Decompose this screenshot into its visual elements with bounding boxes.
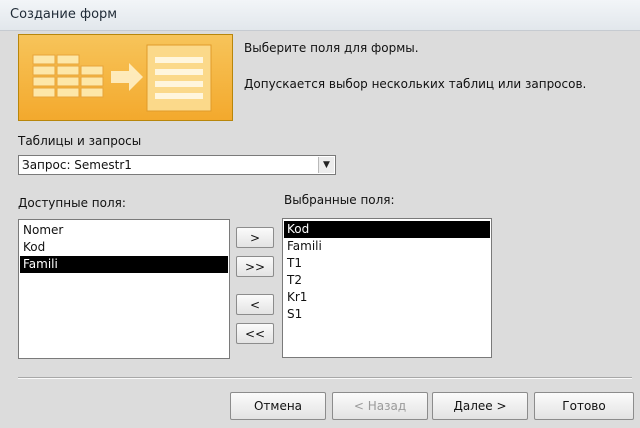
title-bar[interactable]: Создание форм bbox=[0, 0, 640, 31]
list-item[interactable]: Famili bbox=[20, 256, 228, 273]
finish-button[interactable]: Готово bbox=[534, 392, 634, 420]
wizard-illustration bbox=[18, 34, 233, 121]
source-select[interactable]: Запрос: Semestr1 ▼ bbox=[18, 155, 336, 175]
list-item[interactable]: T2 bbox=[284, 272, 490, 289]
wizard-heading: Выберите поля для формы. bbox=[244, 41, 419, 55]
list-item[interactable]: Kod bbox=[20, 239, 228, 256]
cancel-button[interactable]: Отмена bbox=[230, 392, 326, 420]
chevron-down-icon[interactable]: ▼ bbox=[318, 157, 334, 173]
source-label: Таблицы и запросы bbox=[18, 134, 142, 148]
add-all-fields-button[interactable]: >> bbox=[236, 256, 274, 277]
list-item[interactable]: Kod bbox=[284, 221, 490, 238]
window-title: Создание форм bbox=[10, 7, 118, 22]
selected-fields-list[interactable]: Kod Famili T1 T2 Kr1 S1 bbox=[282, 218, 492, 358]
list-item[interactable]: Nomer bbox=[20, 222, 228, 239]
selected-fields-label: Выбранные поля: bbox=[284, 193, 395, 207]
add-field-button[interactable]: > bbox=[236, 227, 274, 248]
available-fields-label: Доступные поля: bbox=[18, 196, 126, 210]
list-item[interactable]: Famili bbox=[284, 238, 490, 255]
remove-all-fields-button[interactable]: << bbox=[236, 323, 274, 344]
wizard-note: Допускается выбор нескольких таблиц или … bbox=[244, 77, 587, 91]
list-item[interactable]: T1 bbox=[284, 255, 490, 272]
remove-field-button[interactable]: < bbox=[236, 294, 274, 315]
next-button[interactable]: Далее > bbox=[432, 392, 528, 420]
available-fields-list[interactable]: Nomer Kod Famili bbox=[18, 219, 230, 359]
source-select-value: Запрос: Semestr1 bbox=[22, 158, 132, 172]
footer-divider bbox=[18, 377, 632, 379]
list-item[interactable]: Kr1 bbox=[284, 289, 490, 306]
back-button[interactable]: < Назад bbox=[332, 392, 428, 420]
list-item[interactable]: S1 bbox=[284, 306, 490, 323]
